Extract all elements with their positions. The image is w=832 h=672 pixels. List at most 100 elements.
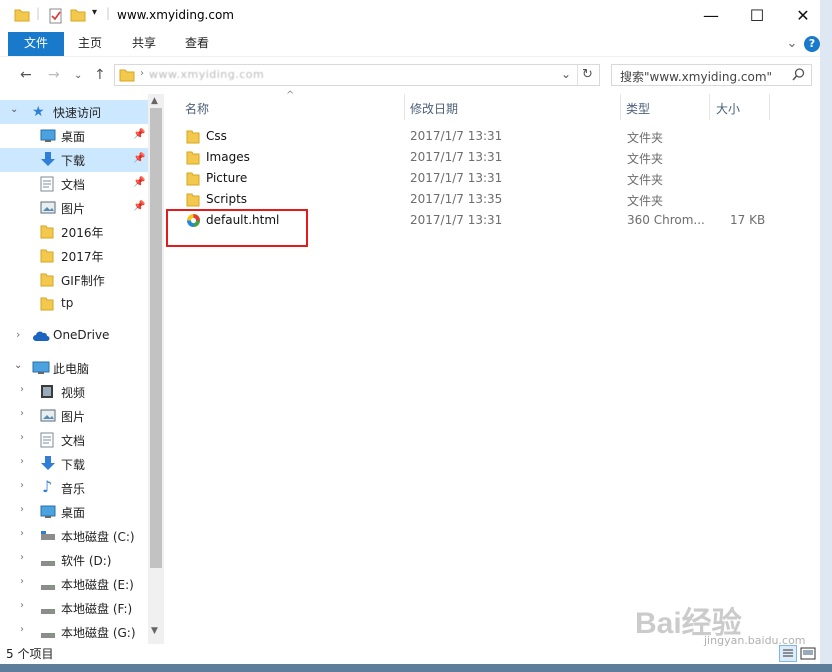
folder-icon	[186, 193, 200, 210]
expand-chevron-icon[interactable]: ›	[20, 408, 24, 419]
folder-icon	[186, 130, 200, 147]
expand-chevron-icon[interactable]: ›	[20, 456, 24, 467]
scroll-up-icon[interactable]: ▲	[151, 96, 158, 106]
address-dropdown-icon[interactable]: ⌄	[561, 67, 571, 81]
column-separator[interactable]	[620, 94, 621, 120]
column-separator[interactable]	[404, 94, 405, 120]
nav-item-drive-e[interactable]: › 本地磁盘 (E:)	[0, 572, 148, 596]
expand-chevron-icon[interactable]: ›	[20, 432, 24, 443]
expand-chevron-icon[interactable]: ›	[20, 528, 24, 539]
expand-chevron-icon[interactable]: ›	[20, 624, 24, 635]
tab-view[interactable]: 查看	[175, 32, 219, 56]
pin-icon: 📌	[133, 129, 146, 140]
file-date: 2017/1/7 13:35	[410, 192, 503, 206]
file-row[interactable]: Scripts 2017/1/7 13:35 文件夹	[178, 189, 818, 210]
nav-label: 快速访问	[53, 106, 102, 120]
nav-item-drive-g[interactable]: › 本地磁盘 (G:)	[0, 620, 148, 644]
nav-item-pc-documents[interactable]: › 文档	[0, 428, 148, 452]
help-icon[interactable]: ?	[804, 36, 820, 52]
expand-chevron-icon[interactable]: ›	[20, 504, 24, 515]
file-row[interactable]: Picture 2017/1/7 13:31 文件夹	[178, 168, 818, 189]
ribbon-expand-icon[interactable]: ⌄	[784, 32, 800, 56]
refresh-icon[interactable]: ↻	[582, 67, 593, 82]
column-header-size[interactable]: 大小	[716, 100, 740, 117]
nav-item-pc-downloads[interactable]: › 下载	[0, 452, 148, 476]
drive-icon	[40, 628, 56, 642]
expand-chevron-icon[interactable]: ›	[20, 384, 24, 395]
nav-label: 本地磁盘 (F:)	[61, 602, 133, 616]
nav-item-downloads[interactable]: 下载 📌	[0, 148, 148, 172]
search-input[interactable]: 搜索"www.xmyiding.com"	[611, 64, 812, 86]
drive-icon	[40, 604, 56, 618]
forward-arrow-icon[interactable]: →	[48, 67, 60, 83]
nav-item-2017[interactable]: 2017年	[0, 244, 148, 268]
column-separator[interactable]	[709, 94, 710, 120]
column-header-type[interactable]: 类型	[626, 100, 650, 117]
nav-item-music[interactable]: › ♪ 音乐	[0, 476, 148, 500]
large-icons-view-icon[interactable]	[800, 646, 816, 664]
nav-item-drive-c[interactable]: › 本地磁盘 (C:)	[0, 524, 148, 548]
expand-chevron-icon[interactable]: ›	[20, 480, 24, 491]
scroll-thumb[interactable]	[150, 108, 162, 568]
separator	[577, 65, 578, 85]
nav-item-pc-pictures[interactable]: › 图片	[0, 404, 148, 428]
file-size: 17 KB	[730, 213, 766, 227]
maximize-button[interactable]: ☐	[734, 0, 780, 32]
nav-item-drive-d[interactable]: › 软件 (D:)	[0, 548, 148, 572]
up-arrow-icon[interactable]: ↑	[94, 67, 106, 83]
back-arrow-icon[interactable]: ←	[20, 67, 32, 83]
nav-label: 视频	[61, 386, 86, 400]
file-row[interactable]: Images 2017/1/7 13:31 文件夹	[178, 147, 818, 168]
nav-quick-access[interactable]: ⌄ ★ 快速访问	[0, 100, 148, 124]
nav-onedrive[interactable]: › OneDrive	[0, 324, 148, 348]
column-header-date[interactable]: 修改日期	[410, 100, 458, 117]
nav-label: 软件 (D:)	[61, 554, 112, 568]
sort-ascending-icon: ^	[286, 90, 295, 101]
nav-label: 本地磁盘 (G:)	[61, 626, 136, 640]
nav-item-pictures[interactable]: 图片 📌	[0, 196, 148, 220]
file-type: 文件夹	[627, 173, 664, 187]
tab-file[interactable]: 文件	[8, 32, 64, 56]
quick-access-dropdown-icon[interactable]: ▾	[92, 7, 97, 18]
properties-icon[interactable]	[48, 8, 64, 27]
desktop-icon	[40, 129, 56, 146]
column-header-name[interactable]: 名称	[185, 100, 209, 117]
close-button[interactable]: ✕	[780, 0, 826, 32]
expand-chevron-icon[interactable]: ›	[20, 600, 24, 611]
separator: |	[106, 6, 111, 20]
expand-chevron-icon[interactable]: ›	[20, 576, 24, 587]
nav-scrollbar[interactable]: ▲ ▼	[148, 94, 164, 644]
nav-item-2016[interactable]: 2016年	[0, 220, 148, 244]
breadcrumb-chevron-icon[interactable]: ›	[140, 68, 144, 79]
nav-item-videos[interactable]: › 视频	[0, 380, 148, 404]
search-icon[interactable]	[792, 68, 805, 84]
folder-icon	[40, 297, 54, 314]
scroll-down-icon[interactable]: ▼	[151, 626, 158, 636]
tab-share[interactable]: 共享	[122, 32, 166, 56]
nav-item-tp[interactable]: tp	[0, 292, 148, 316]
collapse-chevron-icon[interactable]: ⌄	[14, 360, 22, 371]
pin-icon: 📌	[133, 153, 146, 164]
file-name: Images	[206, 150, 250, 164]
nav-item-pc-desktop[interactable]: › 桌面	[0, 500, 148, 524]
nav-label: OneDrive	[53, 328, 110, 342]
nav-this-pc[interactable]: ⌄ 此电脑	[0, 356, 148, 380]
expand-chevron-icon[interactable]: ›	[16, 328, 20, 341]
nav-item-drive-f[interactable]: › 本地磁盘 (F:)	[0, 596, 148, 620]
tab-home[interactable]: 主页	[70, 32, 110, 56]
new-folder-icon[interactable]	[70, 8, 86, 25]
nav-label: GIF制作	[61, 274, 105, 288]
nav-item-documents[interactable]: 文档 📌	[0, 172, 148, 196]
expand-chevron-icon[interactable]: ›	[20, 552, 24, 563]
file-name: Css	[206, 129, 227, 143]
nav-item-desktop[interactable]: 桌面 📌	[0, 124, 148, 148]
address-bar[interactable]: › www.xmyiding.com ⌄ ↻	[114, 64, 600, 86]
minimize-button[interactable]: —	[688, 0, 734, 32]
nav-item-gif[interactable]: GIF制作	[0, 268, 148, 292]
collapse-chevron-icon[interactable]: ⌄	[10, 104, 18, 115]
column-separator[interactable]	[769, 94, 770, 120]
details-view-icon[interactable]	[779, 645, 797, 662]
file-row[interactable]: Css 2017/1/7 13:31 文件夹	[178, 126, 818, 147]
recent-locations-icon[interactable]: ⌄	[74, 70, 82, 81]
computer-icon	[32, 361, 50, 378]
